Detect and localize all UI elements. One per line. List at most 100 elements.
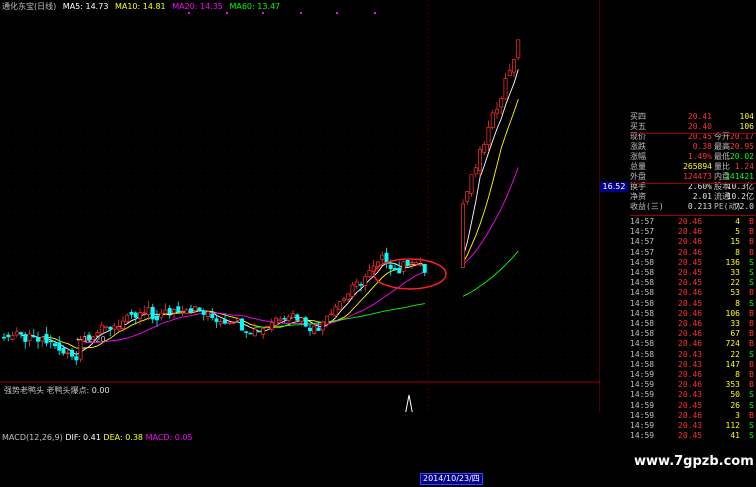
macd-dif: DIF: 0.41 bbox=[65, 433, 101, 442]
tick-row: 14:58 20.45 33 S bbox=[630, 268, 756, 278]
tick-volume: 33 bbox=[730, 319, 740, 328]
quote-row: 买五 20.40 106 bbox=[630, 122, 756, 132]
quote-value-2: 20.02 bbox=[729, 152, 754, 161]
macd-label: MACD(12,26,9) DIF: 0.41 DEA: 0.38 MACD: … bbox=[2, 433, 193, 442]
tick-volume: 8 bbox=[735, 370, 740, 379]
quote-value: 265894 bbox=[683, 162, 712, 171]
tick-price: 20.45 bbox=[678, 400, 703, 410]
tick-volume: 41 bbox=[730, 431, 740, 441]
tick-volume: 724 bbox=[725, 339, 740, 349]
tick-price: 20.46 bbox=[678, 288, 703, 298]
tick-side: S bbox=[749, 400, 754, 410]
tick-row: 14:58 20.46 67 B bbox=[630, 329, 756, 339]
tick-volume: 53 bbox=[730, 288, 740, 298]
quote-value: 2.01 bbox=[692, 192, 712, 201]
candle bbox=[350, 282, 355, 300]
quote-value: 20.41 bbox=[687, 112, 712, 121]
macd-dea: DEA: 0.38 bbox=[103, 433, 144, 442]
low-marker: ←12.20 bbox=[76, 335, 106, 344]
quote-value: 0.213 bbox=[687, 202, 712, 211]
tick-price: 20.45 bbox=[678, 257, 703, 267]
candle bbox=[240, 317, 244, 331]
quote-label: 收益(三) bbox=[630, 202, 664, 211]
quote-label: 涨幅 bbox=[630, 152, 646, 161]
tick-row: 14:58 20.46 53 B bbox=[630, 288, 756, 298]
quote-value-2: 72.0 bbox=[734, 202, 754, 211]
tick-price: 20.45 bbox=[678, 268, 703, 277]
tick-row: 14:59 20.46 8 B bbox=[630, 370, 756, 380]
tick-time: 14:58 bbox=[630, 278, 655, 288]
candle bbox=[295, 313, 300, 322]
tick-price: 20.46 bbox=[678, 410, 703, 420]
tick-price: 20.46 bbox=[678, 370, 703, 379]
tick-price: 20.46 bbox=[678, 217, 703, 226]
quote-row: 收益(三) 0.213 PE(动) 72.0 bbox=[630, 202, 756, 212]
tick-row: 14:59 20.43 50 S bbox=[630, 390, 756, 400]
candle bbox=[312, 324, 317, 335]
quote-row: 涨跌 0.38 最高 20.95 bbox=[630, 142, 756, 152]
tick-row: 14:58 20.43 22 S bbox=[630, 350, 756, 360]
tick-volume: 3 bbox=[735, 410, 740, 420]
signal-dot bbox=[188, 12, 190, 14]
quote-value-2: 141421 bbox=[725, 172, 754, 181]
tick-volume: 106 bbox=[725, 308, 740, 318]
signal-dot bbox=[226, 12, 228, 14]
tick-time: 14:57 bbox=[630, 237, 655, 247]
tick-side: S bbox=[749, 421, 754, 430]
ma5-label: MA5: 14.73 bbox=[62, 2, 109, 11]
tick-volume: 353 bbox=[725, 380, 740, 390]
indicator-value: 0.00 bbox=[91, 386, 110, 395]
tick-time: 14:59 bbox=[630, 431, 655, 441]
tick-time: 14:58 bbox=[630, 308, 655, 318]
quote-row: 涨幅 1.49% 最低 20.02 bbox=[630, 152, 756, 162]
tick-time: 14:58 bbox=[630, 298, 655, 308]
quote-label: 净资 bbox=[630, 192, 646, 201]
signal-dot bbox=[374, 12, 376, 14]
indicator-field: 老鸭头爆点: bbox=[46, 386, 90, 395]
tick-price: 20.46 bbox=[678, 339, 703, 349]
tick-row: 14:57 20.46 15 B bbox=[630, 237, 756, 247]
tick-time: 14:58 bbox=[630, 349, 655, 359]
quote-label: 涨跌 bbox=[630, 142, 646, 151]
tick-row: 14:57 20.46 5 B bbox=[630, 227, 756, 237]
quote-label-2: 最低 bbox=[714, 152, 730, 161]
tick-time: 14:57 bbox=[630, 247, 655, 257]
indicator-name: 强势老鸭头 bbox=[4, 386, 44, 395]
tick-volume: 8 bbox=[735, 298, 740, 308]
tick-price: 20.46 bbox=[678, 308, 703, 318]
tick-time: 14:58 bbox=[630, 359, 655, 369]
tick-side: B bbox=[749, 247, 754, 257]
candle bbox=[461, 199, 465, 268]
macd-name: MACD(12,26,9) bbox=[2, 433, 63, 442]
tick-list[interactable]: 14:57 20.46 4 B 14:57 20.46 5 B 14:57 20.46 15 B 14:… bbox=[630, 217, 756, 441]
tick-row: 14:58 20.46 106 B bbox=[630, 309, 756, 319]
tick-volume: 8 bbox=[735, 247, 740, 257]
candle bbox=[469, 174, 474, 197]
tick-time: 14:59 bbox=[630, 410, 655, 420]
tick-price: 20.43 bbox=[678, 349, 703, 359]
quote-value-2: 10.2亿 bbox=[726, 192, 754, 201]
tick-side: S bbox=[749, 268, 754, 277]
tick-row: 14:57 20.46 8 B bbox=[630, 248, 756, 258]
quote-label-2: 最高 bbox=[714, 142, 730, 151]
tick-time: 14:58 bbox=[630, 339, 655, 349]
tick-price: 20.46 bbox=[678, 227, 703, 237]
tick-row: 14:58 20.46 724 B bbox=[630, 339, 756, 349]
ma10-label: MA10: 14.81 bbox=[114, 2, 166, 11]
tick-side: B bbox=[749, 227, 754, 237]
quote-value: 124473 bbox=[683, 172, 712, 181]
signal-dot bbox=[300, 12, 302, 14]
quote-panel: 买四 20.41 104 买五 20.40 106 现价 20.45 今开 20.17 涨跌 0.38… bbox=[630, 112, 756, 212]
tick-side: B bbox=[749, 359, 754, 369]
kline-chart[interactable]: 18.0017.5017.0016.5016.0015.5015.0014.50… bbox=[0, 0, 600, 412]
quote-row: 外盘 124473 内盘 141421 bbox=[630, 172, 756, 182]
tick-row: 14:59 20.45 41 S bbox=[630, 431, 756, 441]
tick-time: 14:59 bbox=[630, 370, 655, 379]
tick-price: 20.46 bbox=[678, 329, 703, 339]
quote-value: 0.38 bbox=[692, 142, 712, 151]
quote-value-2: 1.24 bbox=[734, 162, 754, 171]
signal-dot bbox=[336, 12, 338, 14]
quote-value-2: 104 bbox=[739, 112, 754, 121]
quote-label: 买四 bbox=[630, 112, 646, 121]
tick-side: B bbox=[749, 370, 754, 379]
